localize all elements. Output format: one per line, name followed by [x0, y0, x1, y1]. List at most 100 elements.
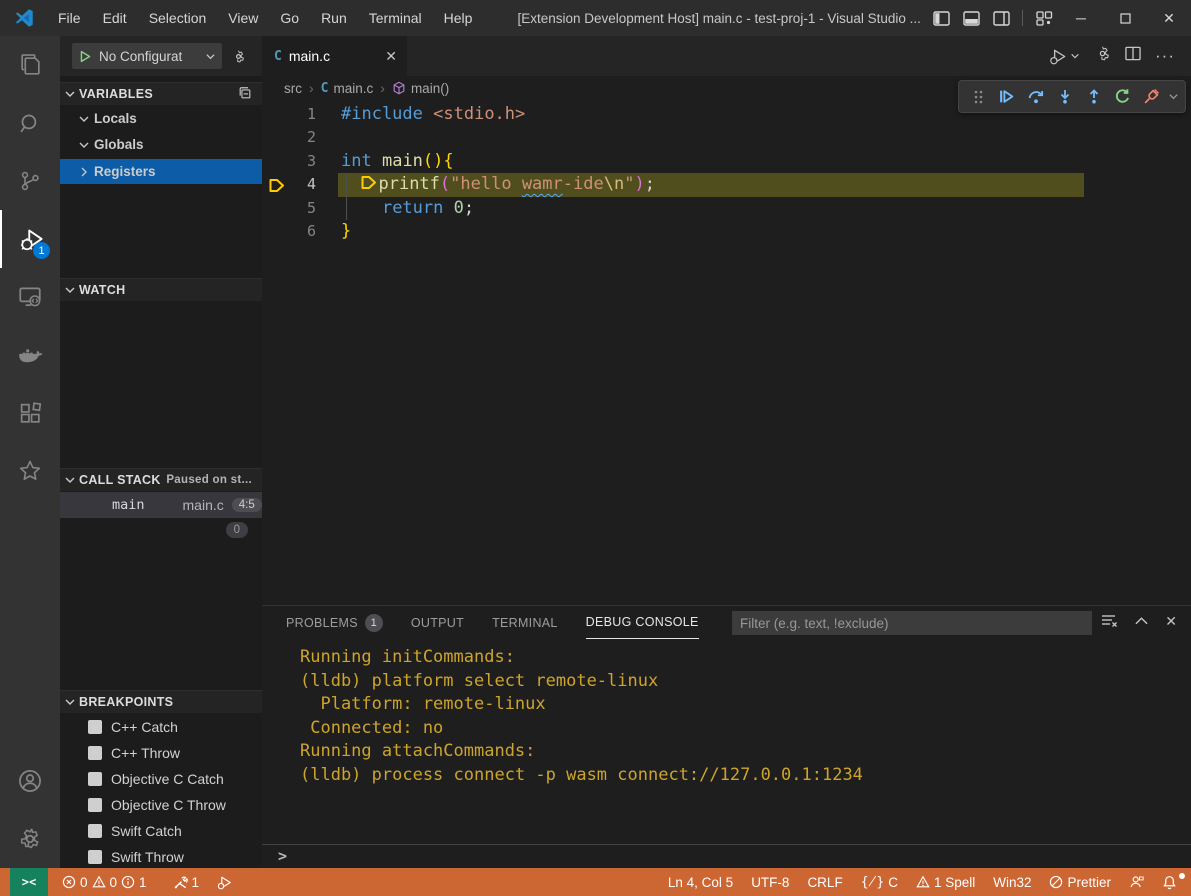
toolbar-drag-handle[interactable]	[965, 84, 990, 110]
close-button[interactable]: ✕	[1147, 0, 1191, 36]
line-number[interactable]: 3	[280, 150, 316, 173]
minimize-button[interactable]: ─	[1059, 0, 1103, 36]
toggle-secondary-sidebar-icon[interactable]	[986, 0, 1016, 36]
section-watch[interactable]: WATCH	[60, 278, 262, 301]
menu-edit[interactable]: Edit	[92, 0, 138, 36]
step-into-button[interactable]	[1052, 84, 1077, 110]
line-number[interactable]: 1	[280, 103, 316, 126]
code-line-2[interactable]: 2	[262, 126, 1191, 149]
checkbox[interactable]	[88, 746, 102, 760]
checkbox[interactable]	[88, 772, 102, 786]
line-number[interactable]: 5	[280, 197, 316, 220]
eol-select[interactable]: CRLF	[801, 875, 848, 890]
debug-config-dropdown[interactable]: No Configurat	[72, 43, 222, 69]
code-line-6[interactable]: 6}	[262, 220, 1191, 243]
menu-view[interactable]: View	[217, 0, 269, 36]
notifications-button[interactable]	[1156, 875, 1183, 890]
run-or-debug-button[interactable]	[1049, 48, 1080, 65]
code-line-5[interactable]: 5 return 0;	[262, 197, 1191, 220]
editor-settings-gear-icon[interactable]	[1094, 45, 1111, 67]
collapse-all-icon[interactable]	[238, 86, 252, 103]
panel-tab-debug-console[interactable]: DEBUG CONSOLE	[586, 606, 699, 639]
menu-run[interactable]: Run	[310, 0, 358, 36]
checkbox[interactable]	[88, 824, 102, 838]
menu-selection[interactable]: Selection	[138, 0, 218, 36]
line-number[interactable]: 6	[280, 220, 316, 243]
console-line: (lldb) platform select remote-linux	[262, 670, 863, 694]
language-mode[interactable]: {̸} C	[855, 875, 904, 890]
close-panel-icon[interactable]: ✕	[1165, 613, 1177, 633]
toggle-sidebar-icon[interactable]	[926, 0, 956, 36]
debug-console-input[interactable]: >	[262, 844, 1191, 866]
stack-frame-row[interactable]: main main.c 4:5	[60, 492, 262, 518]
toggle-panel-icon[interactable]	[956, 0, 986, 36]
menu-terminal[interactable]: Terminal	[358, 0, 433, 36]
breadcrumb-file[interactable]: main.c	[334, 81, 374, 96]
breakpoint-objective-c-catch[interactable]: Objective C Catch	[60, 766, 262, 792]
maximize-panel-icon[interactable]	[1135, 613, 1148, 633]
disconnect-button[interactable]	[1139, 84, 1164, 110]
menu-file[interactable]: File	[47, 0, 92, 36]
platform-status[interactable]: Win32	[987, 875, 1037, 890]
sidebar-item-extensions[interactable]	[0, 384, 60, 442]
checkbox[interactable]	[88, 720, 102, 734]
step-out-button[interactable]	[1081, 84, 1106, 110]
breakpoint-swift-throw[interactable]: Swift Throw	[60, 844, 262, 868]
variables-item-locals[interactable]: Locals	[60, 106, 262, 131]
tab-main-c[interactable]: C main.c ✕	[262, 36, 407, 76]
breadcrumb-src[interactable]: src	[284, 81, 302, 96]
menu-help[interactable]: Help	[433, 0, 484, 36]
continue-button[interactable]	[994, 84, 1019, 110]
menu-go[interactable]: Go	[269, 0, 310, 36]
debug-toolbar-chevron-icon[interactable]	[1168, 91, 1179, 102]
accounts-button[interactable]	[0, 752, 60, 810]
breakpoint-c-catch[interactable]: C++ Catch	[60, 714, 262, 740]
code-area[interactable]: 1#include <stdio.h>23int main(){4 printf…	[262, 103, 1191, 243]
maximize-button[interactable]	[1103, 0, 1147, 36]
step-over-button[interactable]	[1023, 84, 1048, 110]
remote-indicator[interactable]: ><	[10, 868, 48, 896]
cursor-position[interactable]: Ln 4, Col 5	[662, 875, 739, 890]
problems-status[interactable]: 0 0 1	[56, 868, 153, 896]
feedback-button[interactable]	[1123, 875, 1150, 889]
more-actions-icon[interactable]: ···	[1155, 46, 1175, 66]
debug-status[interactable]	[211, 868, 239, 896]
breakpoint-objective-c-throw[interactable]: Objective C Throw	[60, 792, 262, 818]
sidebar-item-run-and-debug[interactable]: 1	[0, 210, 60, 268]
checkbox[interactable]	[88, 850, 102, 864]
tools-status[interactable]: 1	[167, 868, 206, 896]
debug-settings-gear-icon[interactable]	[231, 49, 246, 64]
encoding-select[interactable]: UTF-8	[745, 875, 795, 890]
close-tab-icon[interactable]: ✕	[385, 48, 397, 65]
code-line-4[interactable]: 4 printf("hello wamr-ide\n");	[262, 173, 1191, 196]
line-number[interactable]: 4	[280, 173, 316, 196]
sidebar-item-search[interactable]	[0, 94, 60, 152]
breadcrumb-symbol[interactable]: main()	[411, 81, 449, 96]
breakpoint-swift-catch[interactable]: Swift Catch	[60, 818, 262, 844]
variables-item-globals[interactable]: Globals	[60, 132, 262, 157]
variables-item-registers[interactable]: Registers	[60, 159, 262, 184]
customize-layout-icon[interactable]	[1029, 0, 1059, 36]
sidebar-item-source-control[interactable]	[0, 152, 60, 210]
console-filter-input[interactable]	[732, 611, 1092, 635]
sidebar-item-wamr-ide[interactable]	[0, 442, 60, 500]
sidebar-item-remote-explorer[interactable]	[0, 268, 60, 326]
panel-tab-output[interactable]: OUTPUT	[411, 606, 464, 639]
line-number[interactable]: 2	[280, 126, 316, 149]
checkbox[interactable]	[88, 798, 102, 812]
split-editor-icon[interactable]	[1125, 46, 1141, 66]
breakpoint-c-throw[interactable]: C++ Throw	[60, 740, 262, 766]
restart-button[interactable]	[1110, 84, 1135, 110]
section-variables[interactable]: VARIABLES	[60, 82, 262, 105]
section-call-stack[interactable]: CALL STACK Paused on st...	[60, 468, 262, 491]
formatter-status[interactable]: Prettier	[1043, 875, 1117, 890]
panel-tab-problems[interactable]: PROBLEMS1	[286, 606, 383, 639]
manage-button[interactable]	[0, 810, 60, 868]
clear-console-icon[interactable]	[1101, 613, 1118, 633]
panel-tab-terminal[interactable]: TERMINAL	[492, 606, 558, 639]
code-line-3[interactable]: 3int main(){	[262, 150, 1191, 173]
section-breakpoints[interactable]: BREAKPOINTS	[60, 690, 262, 713]
sidebar-item-explorer[interactable]	[0, 36, 60, 94]
sidebar-item-docker[interactable]	[0, 326, 60, 384]
spell-checker-status[interactable]: 1 Spell	[910, 875, 981, 890]
